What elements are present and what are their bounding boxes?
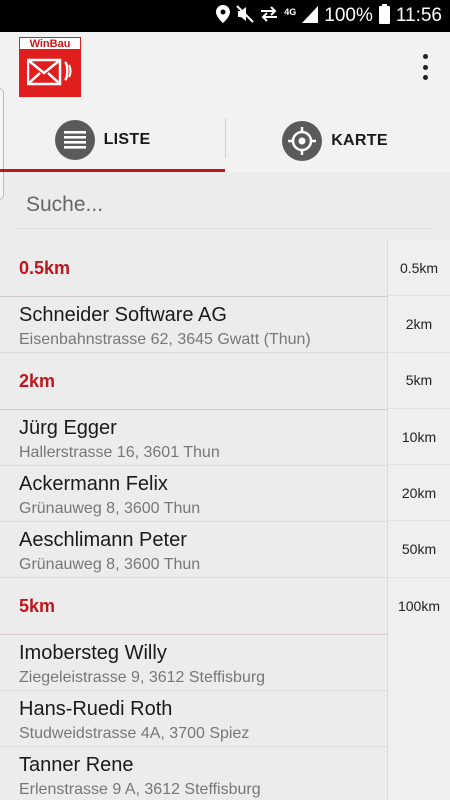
battery-percent: 100% xyxy=(324,5,373,26)
list-item[interactable]: Schneider Software AG Eisenbahnstrasse 6… xyxy=(0,297,387,353)
index-item[interactable]: 50km xyxy=(388,521,450,578)
list-icon xyxy=(54,119,95,160)
signal-icon xyxy=(302,5,319,28)
tab-liste-label: LISTE xyxy=(103,130,151,148)
index-item[interactable]: 5km xyxy=(388,353,450,409)
status-bar: 4G 100% 11:56 xyxy=(0,0,450,32)
section-header: 0.5km xyxy=(0,240,387,297)
index-item[interactable]: 0.5km xyxy=(388,240,450,297)
list-item[interactable]: Ackermann Felix Grünauweg 8, 3600 Thun xyxy=(0,466,387,522)
contact-address: Erlenstrasse 9 A, 3612 Steffisburg xyxy=(19,781,261,798)
list-item[interactable]: Imobersteg Willy Ziegeleistrasse 9, 3612… xyxy=(0,635,387,691)
more-vert-icon[interactable] xyxy=(420,54,430,80)
contact-address: Eisenbahnstrasse 62, 3645 Gwatt (Thun) xyxy=(19,331,311,348)
search-bar xyxy=(16,183,432,229)
distance-index: 0.5km 2km 5km 10km 20km 50km 100km xyxy=(387,240,450,800)
search-input[interactable] xyxy=(16,183,432,227)
list-item[interactable]: Hans-Ruedi Roth Studweidstrasse 4A, 3700… xyxy=(0,691,387,747)
battery-icon xyxy=(378,3,390,29)
contact-name: Tanner Rene xyxy=(19,754,134,776)
crosshair-icon xyxy=(282,121,323,161)
app-logo: WinBau xyxy=(19,37,81,97)
contact-address: Ziegeleistrasse 9, 3612 Steffisburg xyxy=(19,669,266,686)
contact-name: Imobersteg Willy xyxy=(19,642,167,664)
data-transfer-icon xyxy=(260,5,278,28)
section-label: 0.5km xyxy=(19,257,71,278)
section-header: 2km xyxy=(0,353,387,410)
section-label: 2km xyxy=(19,370,56,391)
index-item[interactable]: 20km xyxy=(388,465,450,522)
app-bar: WinBau LISTE KARTE xyxy=(0,32,450,200)
contact-name: Jürg Egger xyxy=(19,417,117,439)
network-type: 4G xyxy=(284,6,297,17)
contact-address: Studweidstrasse 4A, 3700 Spiez xyxy=(19,725,250,742)
index-item[interactable]: 10km xyxy=(388,409,450,466)
tab-karte-label: KARTE xyxy=(331,132,388,149)
tab-liste[interactable]: LISTE xyxy=(0,110,225,172)
contact-address: Grünauweg 8, 3600 Thun xyxy=(19,500,201,517)
logo-text: WinBau xyxy=(19,37,81,50)
contact-name: Schneider Software AG xyxy=(19,304,227,326)
contact-address: Hallerstrasse 16, 3601 Thun xyxy=(19,444,220,461)
contact-name: Aeschlimann Peter xyxy=(19,529,187,551)
location-icon xyxy=(216,4,231,28)
contact-name: Hans-Ruedi Roth xyxy=(19,698,173,720)
list-item[interactable]: Jürg Egger Hallerstrasse 16, 3601 Thun xyxy=(0,410,387,466)
tab-karte[interactable]: KARTE xyxy=(226,110,450,172)
index-item[interactable]: 100km xyxy=(388,578,450,634)
list-item[interactable]: Aeschlimann Peter Grünauweg 8, 3600 Thun xyxy=(0,522,387,578)
section-label: 5km xyxy=(19,595,56,616)
index-item[interactable]: 2km xyxy=(388,296,450,353)
list-item[interactable]: Tanner Rene Erlenstrasse 9 A, 3612 Steff… xyxy=(0,747,387,800)
section-header: 5km xyxy=(0,578,387,635)
clock: 11:56 xyxy=(395,5,442,26)
contact-address: Grünauweg 8, 3600 Thun xyxy=(19,556,201,573)
mail-phone-icon xyxy=(27,58,72,86)
contact-name: Ackermann Felix xyxy=(19,473,168,495)
mute-icon xyxy=(236,4,254,28)
contact-list[interactable]: 0.5km Schneider Software AG Eisenbahnstr… xyxy=(0,240,387,800)
